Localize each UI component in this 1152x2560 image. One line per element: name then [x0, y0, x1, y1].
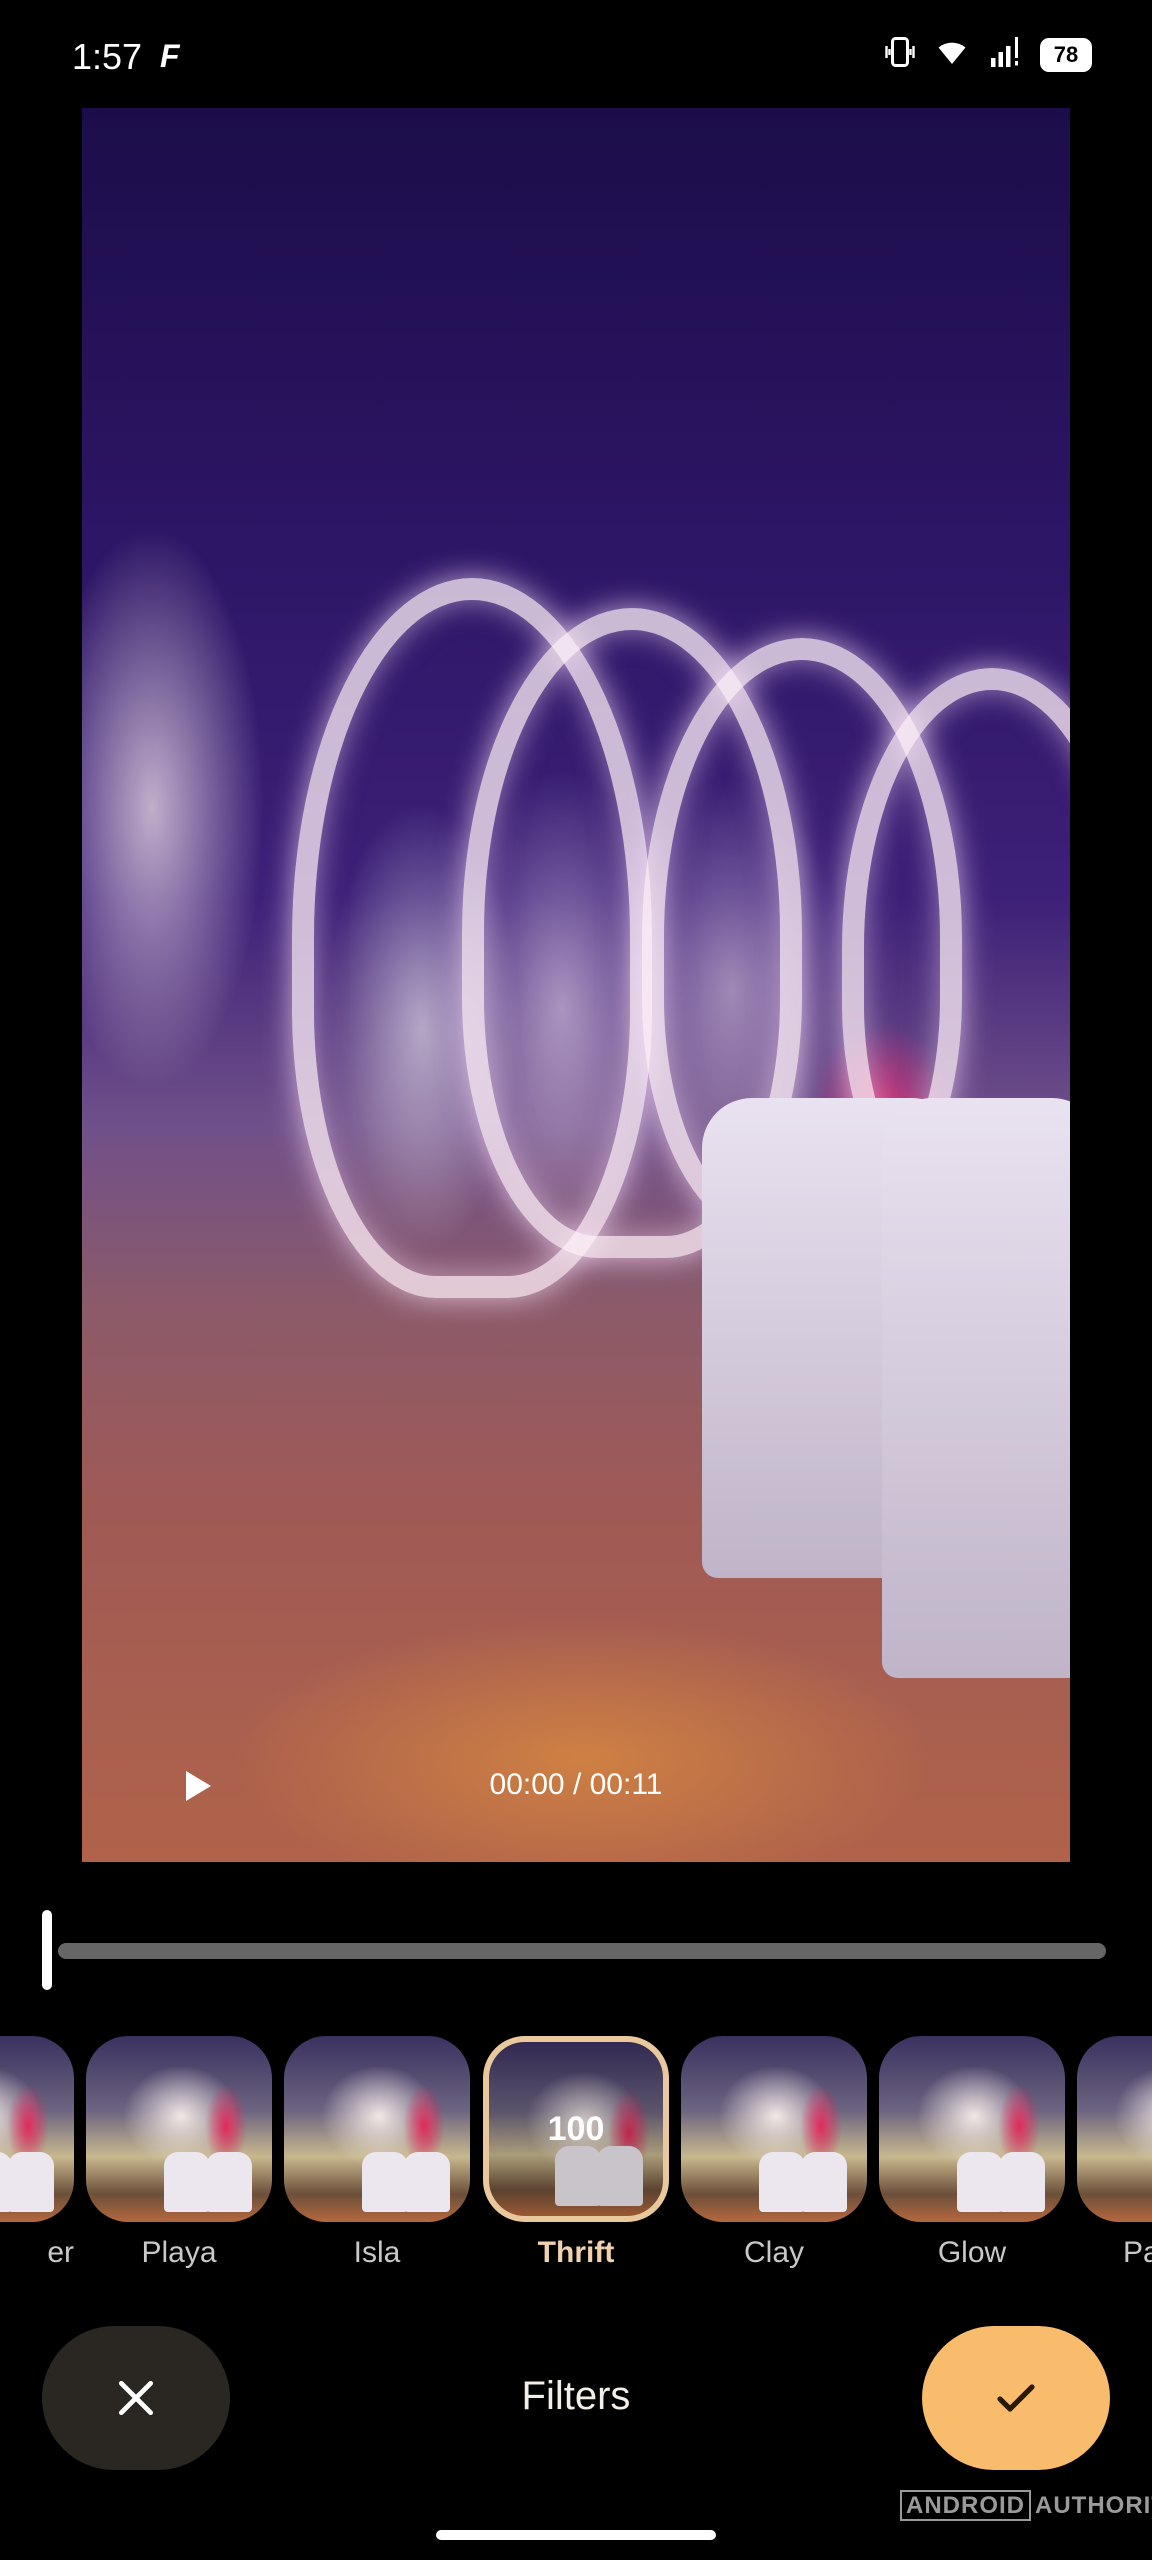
watermark: ANDROIDAUTHORITY [900, 2490, 1152, 2521]
status-bar: 1:57 F 78 [0, 0, 1152, 110]
filter-thumbnail[interactable] [681, 2036, 867, 2222]
system-icons: 78 [882, 34, 1092, 75]
filter-thumbnail[interactable] [284, 2036, 470, 2222]
filter-thumbnail[interactable] [0, 2036, 74, 2222]
time-readout: 00:00 / 00:11 [489, 1768, 663, 1801]
video-preview[interactable]: 00:00 / 00:11 [82, 108, 1070, 1862]
filter-label: Pa [1123, 2236, 1152, 2269]
preview-chair [882, 1098, 1070, 1678]
filter-intensity-value: 100 [489, 2042, 663, 2216]
filter-item[interactable]: Glow [879, 2036, 1065, 2270]
filter-label: Isla [353, 2236, 401, 2269]
filter-item[interactable]: er [0, 2036, 74, 2270]
filter-label: Glow [937, 2236, 1007, 2269]
app-notification-icon: F [160, 38, 180, 74]
battery-icon: 78 [1040, 37, 1092, 72]
filter-item[interactable]: Isla [284, 2036, 470, 2270]
watermark-part1: ANDROID [900, 2490, 1031, 2521]
vibrate-icon [882, 34, 918, 75]
filter-thumbnail[interactable] [1077, 2036, 1152, 2222]
home-indicator[interactable] [436, 2530, 716, 2540]
filter-thumbnail[interactable] [879, 2036, 1065, 2222]
filter-item[interactable]: Clay [681, 2036, 867, 2270]
filter-label: Clay [743, 2236, 804, 2269]
scrubber-track[interactable] [58, 1943, 1106, 1959]
filter-item-selected[interactable]: 100 Thrift [483, 2036, 669, 2270]
check-icon [997, 2384, 1035, 2412]
filter-label: er [47, 2236, 74, 2269]
confirm-button[interactable] [922, 2326, 1110, 2470]
status-time: 1:57 [72, 36, 143, 77]
filter-item[interactable]: Pa [1077, 2036, 1152, 2270]
cell-signal-icon [986, 34, 1026, 75]
timeline-scrubber[interactable] [36, 1900, 1116, 2000]
wifi-icon [932, 34, 972, 75]
filter-strip[interactable]: er Playa Isla 100 Thrift Clay Glow Pa [0, 2036, 1152, 2276]
filter-item[interactable]: Playa [86, 2036, 272, 2270]
filter-label: Thrift [537, 2236, 615, 2269]
filter-thumbnail[interactable]: 100 [483, 2036, 669, 2222]
scrubber-handle[interactable] [42, 1910, 52, 1990]
filter-label: Playa [141, 2236, 217, 2269]
watermark-part2: AUTHORITY [1035, 2492, 1152, 2519]
filter-thumbnail[interactable] [86, 2036, 272, 2222]
